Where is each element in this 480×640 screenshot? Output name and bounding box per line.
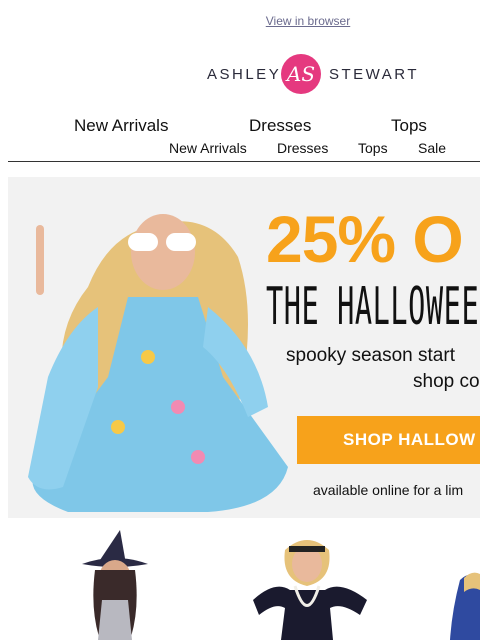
primary-nav: New Arrivals Dresses Tops bbox=[0, 116, 480, 136]
subnav-tops[interactable]: Tops bbox=[358, 140, 388, 156]
secondary-nav: New Arrivals Dresses Tops Sale bbox=[0, 140, 480, 156]
subnav-new-arrivals[interactable]: New Arrivals bbox=[169, 140, 247, 156]
shop-halloween-button[interactable]: SHOP HALLOW bbox=[297, 416, 480, 464]
hero-discount-headline: 25% O bbox=[266, 202, 464, 276]
witch-costume-icon[interactable] bbox=[60, 530, 170, 640]
nav-tops[interactable]: Tops bbox=[391, 116, 427, 136]
hero-title: THE HALLOWEEN bbox=[266, 277, 480, 337]
model-hippie-costume-icon bbox=[28, 214, 288, 512]
halloween-hero-banner[interactable]: 25% O THE HALLOWEEN spooky season start … bbox=[8, 177, 480, 518]
flapper-costume-icon[interactable] bbox=[245, 530, 375, 640]
nav-dresses[interactable]: Dresses bbox=[249, 116, 311, 136]
subnav-dresses[interactable]: Dresses bbox=[277, 140, 328, 156]
view-in-browser-link[interactable]: View in browser bbox=[0, 14, 480, 28]
hero-subtitle-line2: shop co bbox=[413, 371, 480, 392]
hero-availability-note: available online for a lim bbox=[313, 482, 464, 498]
logo-word-left: ASHLEY bbox=[207, 66, 282, 83]
hero-subtitle-line1: spooky season start bbox=[286, 345, 455, 366]
ashley-stewart-logo[interactable]: ASHLEY AS STEWART bbox=[207, 54, 417, 96]
logo-monogram-icon: AS bbox=[281, 54, 321, 94]
logo-word-right: STEWART bbox=[329, 66, 420, 83]
subnav-sale[interactable]: Sale bbox=[418, 140, 446, 156]
nav-divider bbox=[8, 161, 480, 162]
nav-new-arrivals[interactable]: New Arrivals bbox=[74, 116, 168, 136]
costume-icon[interactable] bbox=[430, 530, 480, 640]
